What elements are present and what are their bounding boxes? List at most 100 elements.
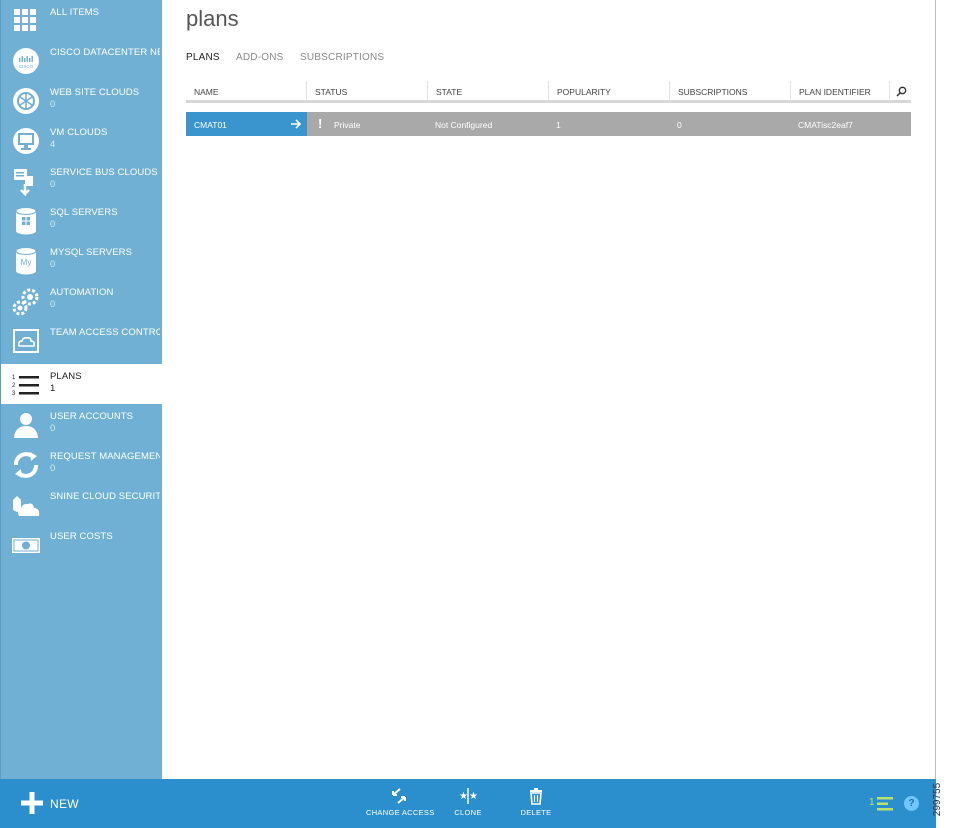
sidebar: ALL ITEMS CISCO CISCO DATACENTER NET... … — [0, 0, 163, 779]
delete-button[interactable]: DELETE — [519, 787, 553, 817]
svg-text:My: My — [21, 258, 32, 267]
sidebar-item-team-access-control[interactable]: TEAM ACCESS CONTROL — [1, 320, 163, 360]
sidebar-item-count: 0 — [50, 259, 56, 270]
sidebar-item-label: SNINE CLOUD SECURITY — [50, 491, 160, 502]
figure-id-text: 299755 — [932, 782, 944, 817]
svg-text:★: ★ — [469, 791, 477, 802]
svg-text:3: 3 — [12, 391, 16, 397]
new-button-label: NEW — [50, 797, 79, 811]
column-header-status[interactable]: STATUS — [306, 81, 427, 101]
svg-text:★: ★ — [459, 791, 468, 802]
column-header-plan-identifier[interactable]: PLAN IDENTIFIER — [790, 81, 887, 101]
sidebar-item-user-accounts[interactable]: USER ACCOUNTS 0 — [1, 404, 163, 444]
sidebar-item-label: CISCO DATACENTER NET... — [50, 47, 160, 58]
cell-subscriptions: 0 — [677, 120, 682, 130]
clone-icon: ★ ★ — [459, 788, 477, 804]
sidebar-item-count: 1 — [50, 383, 56, 394]
sidebar-item-label: WEB SITE CLOUDS — [50, 87, 140, 98]
page-title: plans — [186, 6, 239, 31]
change-access-label: CHANGE ACCESS — [366, 808, 435, 817]
grid-icon — [11, 4, 41, 36]
cell-status: Private — [334, 120, 361, 130]
change-access-button[interactable]: CHANGE ACCESS — [366, 787, 435, 817]
sidebar-item-user-costs[interactable]: USER COSTS — [1, 524, 163, 564]
column-header-name[interactable]: NAME — [186, 81, 306, 101]
notification-count: 1 — [869, 797, 875, 808]
sidebar-item-count: 0 — [50, 179, 56, 190]
figure-id: 299755 — [932, 778, 951, 824]
sidebar-item-sql-servers[interactable]: SQL SERVERS 0 — [1, 200, 163, 240]
tab-subscriptions[interactable]: SUBSCRIPTIONS — [300, 52, 384, 63]
sidebar-item-request-management[interactable]: REQUEST MANAGEMENT 0 — [1, 444, 163, 484]
column-header-subscriptions[interactable]: SUBSCRIPTIONS — [669, 81, 790, 101]
sidebar-item-count: 4 — [50, 139, 56, 150]
command-bar: NEW CHANGE ACCESS ★ ★ CLONE DELETE 1 ? — [0, 779, 936, 828]
cell-name: CMAT01 — [186, 112, 307, 136]
tab-plans[interactable]: PLANS — [186, 52, 220, 63]
sidebar-item-label: PLANS — [50, 371, 82, 382]
sidebar-item-label: MYSQL SERVERS — [50, 247, 133, 258]
money-icon — [11, 528, 41, 560]
clone-button[interactable]: ★ ★ CLONE — [451, 787, 485, 817]
numbered-list-icon: 1 2 3 — [11, 368, 41, 400]
column-header-state[interactable]: STATE — [427, 81, 548, 101]
sidebar-item-label: USER ACCOUNTS — [50, 411, 134, 422]
sidebar-item-count: 0 — [50, 463, 56, 474]
list-icon — [877, 797, 893, 811]
monitor-icon — [11, 124, 41, 156]
sidebar-item-count: 0 — [50, 219, 56, 230]
change-access-icon — [392, 788, 406, 804]
sidebar-item-label: VM CLOUDS — [50, 127, 108, 138]
svg-text:1: 1 — [12, 375, 16, 381]
svg-text:CISCO: CISCO — [19, 64, 34, 69]
refresh-icon — [11, 448, 41, 480]
sidebar-item-label: AUTOMATION — [50, 287, 114, 298]
help-button[interactable]: ? — [904, 796, 919, 811]
sidebar-item-label: SERVICE BUS CLOUDS — [50, 167, 158, 178]
column-header-popularity[interactable]: POPULARITY — [548, 81, 669, 101]
mysql-icon: My — [11, 244, 41, 276]
delete-label: DELETE — [520, 808, 552, 817]
sidebar-item-label: ALL ITEMS — [50, 7, 100, 18]
sidebar-item-count: 0 — [50, 423, 56, 434]
plus-icon — [21, 792, 43, 814]
search-icon — [896, 86, 907, 97]
sidebar-item-automation[interactable]: AUTOMATION 0 — [1, 280, 163, 320]
sidebar-item-count: 0 — [50, 299, 56, 310]
plans-table: NAME STATUS STATE POPULARITY SUBSCRIPTIO… — [186, 81, 911, 136]
sidebar-item-mysql-servers[interactable]: My MYSQL SERVERS 0 — [1, 240, 163, 280]
sidebar-item-cisco-datacenter[interactable]: CISCO CISCO DATACENTER NET... — [1, 40, 163, 80]
arrow-right-icon[interactable] — [290, 118, 302, 130]
table-header: NAME STATUS STATE POPULARITY SUBSCRIPTIO… — [186, 81, 911, 103]
trash-icon — [530, 788, 542, 805]
sidebar-item-label: TEAM ACCESS CONTROL — [50, 327, 160, 338]
main-content: plans PLANS ADD-ONS SUBSCRIPTIONS NAME S… — [162, 0, 936, 779]
sidebar-item-all-items[interactable]: ALL ITEMS — [1, 0, 163, 40]
notifications-button[interactable]: 1 — [869, 795, 895, 813]
gears-icon — [11, 284, 41, 316]
cell-popularity: 1 — [556, 120, 561, 130]
cloud-shield-icon — [11, 488, 41, 520]
svg-text:2: 2 — [12, 383, 16, 389]
sidebar-item-label: SQL SERVERS — [50, 207, 118, 218]
sidebar-item-snine-cloud-security[interactable]: SNINE CLOUD SECURITY — [1, 484, 163, 524]
user-icon — [11, 408, 41, 440]
sidebar-item-web-site-clouds[interactable]: WEB SITE CLOUDS 0 — [1, 80, 163, 120]
table-row[interactable]: CMAT01 ! Private Not Configured 1 0 CMAT… — [186, 112, 911, 136]
sidebar-item-service-bus-clouds[interactable]: SERVICE BUS CLOUDS 0 — [1, 160, 163, 200]
cisco-icon: CISCO — [11, 44, 41, 76]
clone-label: CLONE — [454, 808, 482, 817]
sidebar-item-plans[interactable]: 1 2 3 PLANS 1 — [1, 364, 163, 404]
cloud-box-icon — [11, 324, 41, 356]
table-search-button[interactable] — [889, 81, 911, 101]
tab-add-ons[interactable]: ADD-ONS — [236, 52, 284, 63]
sidebar-item-label: USER COSTS — [50, 531, 113, 542]
service-bus-icon — [11, 164, 41, 196]
app-window: ALL ITEMS CISCO CISCO DATACENTER NET... … — [0, 0, 936, 828]
sidebar-item-label: REQUEST MANAGEMENT — [50, 451, 160, 462]
cell-plan-identifier: CMATisc2eaf7 — [798, 120, 853, 130]
database-icon — [11, 204, 41, 236]
warning-icon: ! — [318, 116, 323, 131]
sidebar-item-vm-clouds[interactable]: VM CLOUDS 4 — [1, 120, 163, 160]
globe-icon — [11, 84, 41, 116]
